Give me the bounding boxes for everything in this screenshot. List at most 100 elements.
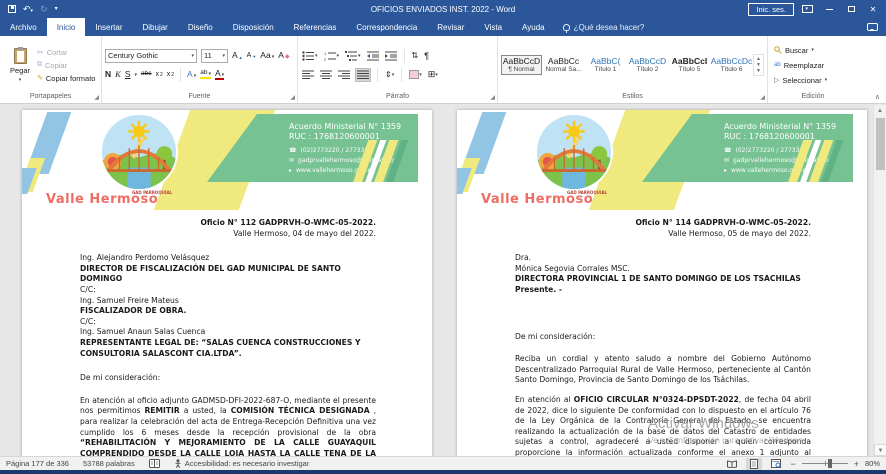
word-count[interactable]: 53788 palabras — [83, 459, 135, 468]
undo-icon[interactable]: ↶▾ — [23, 5, 33, 14]
minimize-button[interactable] — [820, 2, 838, 16]
restore-button[interactable] — [842, 2, 860, 16]
paragraph: Reciba un cordial y atento saludo a nomb… — [515, 354, 811, 386]
save-icon[interactable] — [8, 5, 16, 13]
collapse-ribbon-icon[interactable]: ∧ — [875, 93, 880, 101]
comment-icon[interactable] — [867, 23, 878, 31]
tab-disposición[interactable]: Disposición — [223, 18, 284, 36]
document-page[interactable]: Acuerdo Ministerial N° 1359 RUC : 176812… — [22, 110, 432, 456]
font-name-combo[interactable]: Century Gothic▾ — [105, 49, 197, 63]
tab-dibujar[interactable]: Dibujar — [133, 18, 178, 36]
mail-icon: ✉ — [724, 157, 729, 164]
subscript-icon[interactable]: x2 — [155, 71, 162, 78]
italic-button[interactable]: K — [115, 70, 121, 79]
font-size-combo[interactable]: 11▾ — [201, 49, 228, 63]
tab-revisar[interactable]: Revisar — [427, 18, 474, 36]
proofing-errors-icon[interactable] — [149, 459, 160, 468]
justify-icon[interactable] — [355, 68, 371, 82]
style-card[interactable]: AaBbC(Título 1 — [585, 55, 626, 76]
tab-ayuda[interactable]: Ayuda — [512, 18, 555, 36]
paragraph-group: ▾ 12▾ ▾ ⇅ ¶ ⇕▾ ▾ ⊞▾ Párrafo ◢ — [298, 36, 498, 103]
shrink-font-icon[interactable]: A▼ — [247, 52, 257, 59]
find-button[interactable]: Buscar▾ — [774, 44, 827, 56]
letter-body[interactable]: Oficio N° 112 GADPRVH-O-WMC-05-2022. Val… — [22, 210, 432, 456]
style-card[interactable]: AaBbCcD¶ Normal — [501, 55, 542, 76]
borders-icon[interactable]: ⊞▾ — [427, 68, 439, 82]
style-card[interactable]: AaBbCcITítulo 5 — [669, 55, 710, 76]
place-date: Valle Hermoso, 05 de mayo del 2022. — [515, 229, 811, 240]
style-sample: AaBbC( — [591, 57, 621, 66]
scroll-down-icon[interactable]: ▼ — [874, 444, 886, 456]
bullets-icon[interactable]: ▾ — [301, 49, 319, 63]
zoom-slider-thumb[interactable] — [828, 459, 832, 468]
sign-in-button[interactable]: Inic. ses. — [748, 3, 794, 16]
paragraph: En atención al oficio adjunto GADMSD-DFI… — [80, 396, 376, 456]
tab-insertar[interactable]: Insertar — [85, 18, 132, 36]
tab-archivo[interactable]: Archivo — [0, 18, 47, 36]
recipient-line: Ing. Samuel Anaun Salas Cuenca — [80, 327, 376, 338]
multilevel-list-icon[interactable]: ▾ — [344, 49, 362, 63]
web-layout-icon[interactable] — [768, 458, 784, 470]
ribbon-display-options-icon[interactable] — [798, 2, 816, 16]
replace-button[interactable]: abReemplazar — [774, 59, 827, 71]
styles-dialog-launcher-icon[interactable]: ◢ — [760, 95, 765, 101]
clipboard-dialog-launcher-icon[interactable]: ◢ — [94, 95, 99, 101]
decrease-indent-icon[interactable] — [366, 49, 380, 63]
scrollbar-thumb[interactable] — [876, 118, 885, 170]
letter-body[interactable]: Oficio N° 114 GADPRVH-O-WMC-05-2022. Val… — [457, 210, 867, 456]
style-card[interactable]: AaBbCcDTítulo 2 — [627, 55, 668, 76]
shading-icon[interactable]: ▾ — [408, 68, 423, 82]
zoom-out-icon[interactable]: − — [790, 459, 795, 469]
styles-gallery-scrollbar[interactable]: ▲▼▼ — [753, 54, 764, 76]
paragraph-dialog-launcher-icon[interactable]: ◢ — [490, 95, 495, 101]
text-effects-icon[interactable]: A▾ — [187, 70, 196, 79]
tell-me-box[interactable]: ¿Qué desea hacer? — [555, 18, 653, 36]
font-dialog-launcher-icon[interactable]: ◢ — [290, 95, 295, 101]
style-card[interactable]: AaBbCcDcTítulo 6 — [711, 55, 752, 76]
font-color-icon[interactable]: A▾ — [215, 69, 224, 80]
scissors-icon: ✂ — [37, 48, 44, 57]
grow-font-icon[interactable]: A▲ — [232, 51, 243, 60]
valle-hermoso-logo — [100, 113, 178, 191]
show-marks-icon[interactable]: ¶ — [423, 49, 430, 63]
document-area[interactable]: Acuerdo Ministerial N° 1359 RUC : 176812… — [0, 105, 873, 456]
read-mode-icon[interactable] — [724, 458, 740, 470]
superscript-icon[interactable]: x2 — [167, 71, 174, 78]
select-button[interactable]: ▷Seleccionar▾ — [774, 74, 827, 86]
highlight-color-icon[interactable]: ab▾ — [200, 70, 211, 79]
tab-inicio[interactable]: Inicio — [47, 18, 86, 36]
underline-button[interactable]: S — [125, 70, 131, 79]
customize-qat-icon[interactable]: ▾ — [55, 6, 58, 12]
clear-formatting-icon[interactable]: A◆ — [278, 51, 289, 60]
close-button[interactable]: ✕ — [864, 2, 882, 16]
line-spacing-icon[interactable]: ⇕▾ — [384, 68, 395, 82]
align-center-icon[interactable] — [319, 68, 333, 82]
document-page[interactable]: Acuerdo Ministerial N° 1359 RUC : 176812… — [457, 110, 867, 456]
print-layout-icon[interactable] — [746, 458, 762, 470]
style-card[interactable]: AaBbCcNormal Sa... — [543, 55, 584, 76]
tab-correspondencia[interactable]: Correspondencia — [346, 18, 427, 36]
align-right-icon[interactable] — [337, 68, 351, 82]
paste-button[interactable]: Pegar▾ — [3, 39, 37, 91]
sort-icon[interactable]: ⇅ — [411, 49, 420, 63]
vertical-scrollbar[interactable]: ▲ ▼ — [873, 105, 886, 456]
brand-wordmark: Valle HermosoGAD PARROQUIAL — [46, 192, 158, 207]
strikethrough-icon[interactable]: abc — [141, 71, 151, 78]
numbering-icon[interactable]: 12▾ — [323, 49, 341, 63]
bold-button[interactable]: N — [105, 70, 111, 79]
redo-icon: ↻ — [40, 5, 48, 14]
tab-diseño[interactable]: Diseño — [178, 18, 223, 36]
zoom-in-icon[interactable]: + — [854, 459, 859, 469]
scroll-up-icon[interactable]: ▲ — [874, 105, 886, 117]
change-case-icon[interactable]: Aa▾ — [260, 51, 274, 60]
svg-text:2: 2 — [324, 57, 327, 61]
tab-referencias[interactable]: Referencias — [284, 18, 347, 36]
increase-indent-icon[interactable] — [384, 49, 398, 63]
page-indicator[interactable]: Página 177 de 336 — [6, 459, 69, 468]
format-painter-button[interactable]: ✎Copiar formato — [37, 72, 95, 84]
zoom-slider[interactable] — [802, 463, 848, 464]
tab-vista[interactable]: Vista — [474, 18, 512, 36]
accessibility-status[interactable]: Accesibilidad: es necesario investigar — [174, 459, 310, 468]
align-left-icon[interactable] — [301, 68, 315, 82]
zoom-level[interactable]: 80% — [865, 459, 880, 468]
